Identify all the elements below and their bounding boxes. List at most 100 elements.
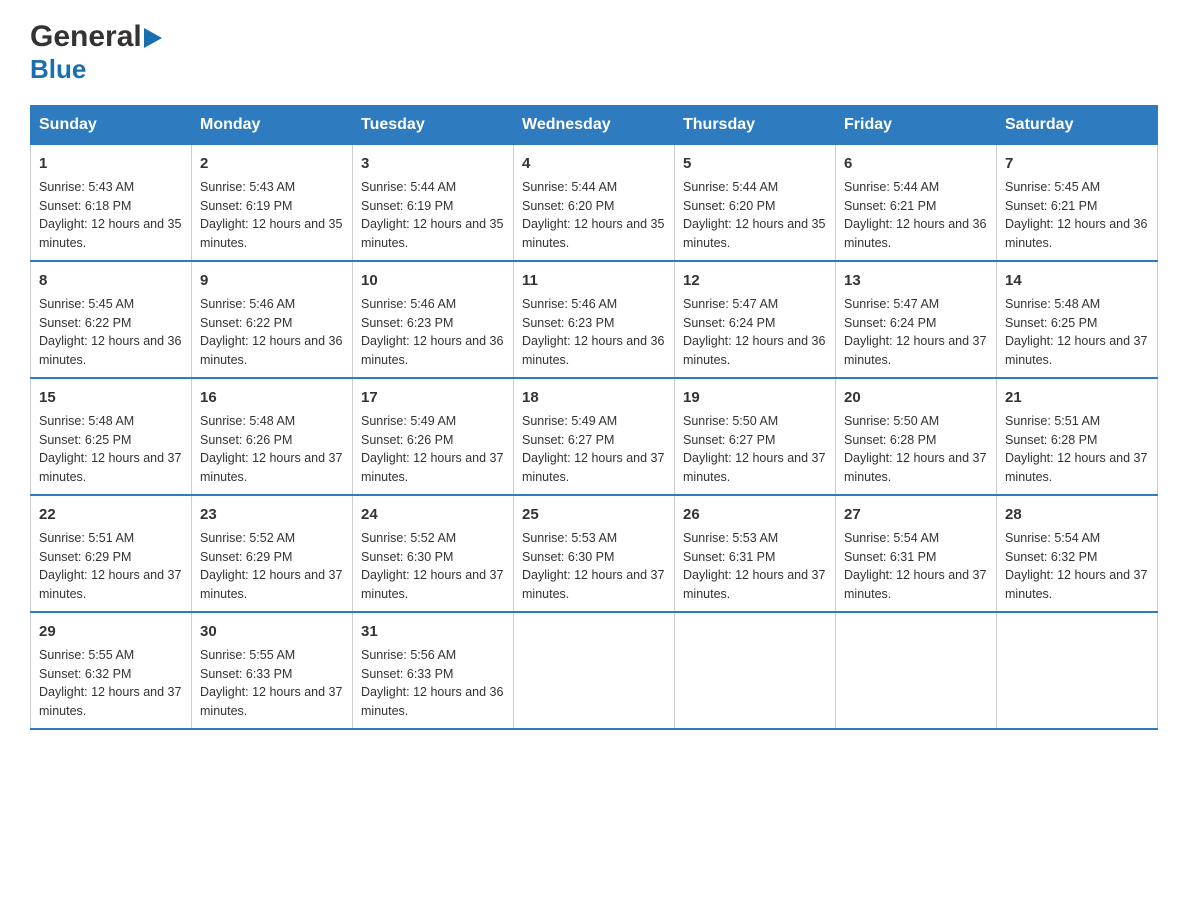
sunset-info: Sunset: 6:24 PM (844, 316, 936, 330)
day-number: 22 (39, 504, 183, 525)
day-number: 27 (844, 504, 988, 525)
day-number: 29 (39, 621, 183, 642)
sunrise-info: Sunrise: 5:48 AM (39, 414, 134, 428)
sunrise-info: Sunrise: 5:44 AM (522, 180, 617, 194)
day-number: 20 (844, 387, 988, 408)
sunrise-info: Sunrise: 5:48 AM (200, 414, 295, 428)
day-number: 13 (844, 270, 988, 291)
daylight-info: Daylight: 12 hours and 37 minutes. (361, 568, 503, 601)
header: General Blue (30, 20, 1158, 85)
sunset-info: Sunset: 6:20 PM (522, 199, 614, 213)
day-number: 9 (200, 270, 344, 291)
sunrise-info: Sunrise: 5:53 AM (683, 531, 778, 545)
day-cell-31: 31Sunrise: 5:56 AMSunset: 6:33 PMDayligh… (353, 612, 514, 729)
daylight-info: Daylight: 12 hours and 36 minutes. (844, 217, 986, 250)
sunrise-info: Sunrise: 5:47 AM (844, 297, 939, 311)
day-number: 28 (1005, 504, 1149, 525)
daylight-info: Daylight: 12 hours and 35 minutes. (39, 217, 181, 250)
day-cell-14: 14Sunrise: 5:48 AMSunset: 6:25 PMDayligh… (997, 261, 1158, 378)
day-cell-19: 19Sunrise: 5:50 AMSunset: 6:27 PMDayligh… (675, 378, 836, 495)
sunrise-info: Sunrise: 5:55 AM (39, 648, 134, 662)
daylight-info: Daylight: 12 hours and 36 minutes. (522, 334, 664, 367)
sunrise-info: Sunrise: 5:43 AM (39, 180, 134, 194)
header-sunday: Sunday (31, 106, 192, 145)
day-number: 21 (1005, 387, 1149, 408)
daylight-info: Daylight: 12 hours and 37 minutes. (39, 685, 181, 718)
sunset-info: Sunset: 6:30 PM (522, 550, 614, 564)
sunset-info: Sunset: 6:29 PM (39, 550, 131, 564)
day-number: 23 (200, 504, 344, 525)
sunrise-info: Sunrise: 5:53 AM (522, 531, 617, 545)
sunrise-info: Sunrise: 5:46 AM (200, 297, 295, 311)
day-cell-21: 21Sunrise: 5:51 AMSunset: 6:28 PMDayligh… (997, 378, 1158, 495)
sunset-info: Sunset: 6:30 PM (361, 550, 453, 564)
day-number: 17 (361, 387, 505, 408)
sunset-info: Sunset: 6:31 PM (683, 550, 775, 564)
week-row-2: 8 Sunrise: 5:45 AM Sunset: 6:22 PM Daylight… (31, 261, 1158, 378)
daylight-info: Daylight: 12 hours and 36 minutes. (1005, 217, 1147, 250)
day-number: 6 (844, 153, 988, 174)
sunset-info: Sunset: 6:33 PM (361, 667, 453, 681)
day-number: 31 (361, 621, 505, 642)
sunset-info: Sunset: 6:20 PM (683, 199, 775, 213)
header-monday: Monday (192, 106, 353, 145)
sunset-info: Sunset: 6:31 PM (844, 550, 936, 564)
daylight-info: Daylight: 12 hours and 36 minutes. (39, 334, 181, 367)
day-cell-10: 10Sunrise: 5:46 AMSunset: 6:23 PMDayligh… (353, 261, 514, 378)
day-cell-27: 27Sunrise: 5:54 AMSunset: 6:31 PMDayligh… (836, 495, 997, 612)
sunset-info: Sunset: 6:18 PM (39, 199, 131, 213)
sunrise-info: Sunrise: 5:49 AM (361, 414, 456, 428)
day-number: 8 (39, 270, 183, 291)
day-cell-4: 4Sunrise: 5:44 AMSunset: 6:20 PMDaylight… (514, 145, 675, 262)
day-cell-3: 3Sunrise: 5:44 AMSunset: 6:19 PMDaylight… (353, 145, 514, 262)
sunrise-info: Sunrise: 5:56 AM (361, 648, 456, 662)
sunrise-info: Sunrise: 5:54 AM (844, 531, 939, 545)
daylight-info: Daylight: 12 hours and 37 minutes. (683, 568, 825, 601)
sunrise-info: Sunrise: 5:47 AM (683, 297, 778, 311)
day-number: 14 (1005, 270, 1149, 291)
day-cell-11: 11Sunrise: 5:46 AMSunset: 6:23 PMDayligh… (514, 261, 675, 378)
sunset-info: Sunset: 6:26 PM (361, 433, 453, 447)
daylight-info: Daylight: 12 hours and 37 minutes. (39, 451, 181, 484)
empty-cell (514, 612, 675, 729)
day-cell-24: 24Sunrise: 5:52 AMSunset: 6:30 PMDayligh… (353, 495, 514, 612)
sunset-info: Sunset: 6:26 PM (200, 433, 292, 447)
day-number: 19 (683, 387, 827, 408)
day-cell-18: 18Sunrise: 5:49 AMSunset: 6:27 PMDayligh… (514, 378, 675, 495)
daylight-info: Daylight: 12 hours and 37 minutes. (1005, 568, 1147, 601)
day-cell-20: 20Sunrise: 5:50 AMSunset: 6:28 PMDayligh… (836, 378, 997, 495)
sunrise-info: Sunrise: 5:50 AM (844, 414, 939, 428)
sunrise-info: Sunrise: 5:52 AM (200, 531, 295, 545)
daylight-info: Daylight: 12 hours and 37 minutes. (844, 334, 986, 367)
day-cell-22: 22Sunrise: 5:51 AMSunset: 6:29 PMDayligh… (31, 495, 192, 612)
sunrise-info: Sunrise: 5:51 AM (39, 531, 134, 545)
header-wednesday: Wednesday (514, 106, 675, 145)
header-thursday: Thursday (675, 106, 836, 145)
daylight-info: Daylight: 12 hours and 35 minutes. (522, 217, 664, 250)
daylight-info: Daylight: 12 hours and 37 minutes. (683, 451, 825, 484)
sunset-info: Sunset: 6:25 PM (39, 433, 131, 447)
daylight-info: Daylight: 12 hours and 35 minutes. (361, 217, 503, 250)
daylight-info: Daylight: 12 hours and 37 minutes. (844, 451, 986, 484)
sunrise-info: Sunrise: 5:45 AM (39, 297, 134, 311)
sunrise-info: Sunrise: 5:54 AM (1005, 531, 1100, 545)
daylight-info: Daylight: 12 hours and 37 minutes. (522, 568, 664, 601)
header-friday: Friday (836, 106, 997, 145)
sunset-info: Sunset: 6:22 PM (39, 316, 131, 330)
day-number: 18 (522, 387, 666, 408)
sunrise-info: Sunrise: 5:44 AM (683, 180, 778, 194)
sunset-info: Sunset: 6:29 PM (200, 550, 292, 564)
sunrise-info: Sunrise: 5:48 AM (1005, 297, 1100, 311)
day-cell-26: 26Sunrise: 5:53 AMSunset: 6:31 PMDayligh… (675, 495, 836, 612)
day-number: 7 (1005, 153, 1149, 174)
day-cell-13: 13 Sunrise: 5:47 AM Sunset: 6:24 PM Dayligh… (836, 261, 997, 378)
week-row-3: 15Sunrise: 5:48 AMSunset: 6:25 PMDayligh… (31, 378, 1158, 495)
daylight-info: Daylight: 12 hours and 37 minutes. (1005, 451, 1147, 484)
day-number: 11 (522, 270, 666, 291)
sunrise-info: Sunrise: 5:44 AM (361, 180, 456, 194)
daylight-info: Daylight: 12 hours and 36 minutes. (200, 334, 342, 367)
day-number: 3 (361, 153, 505, 174)
day-cell-25: 25Sunrise: 5:53 AMSunset: 6:30 PMDayligh… (514, 495, 675, 612)
sunset-info: Sunset: 6:22 PM (200, 316, 292, 330)
sunset-info: Sunset: 6:23 PM (522, 316, 614, 330)
